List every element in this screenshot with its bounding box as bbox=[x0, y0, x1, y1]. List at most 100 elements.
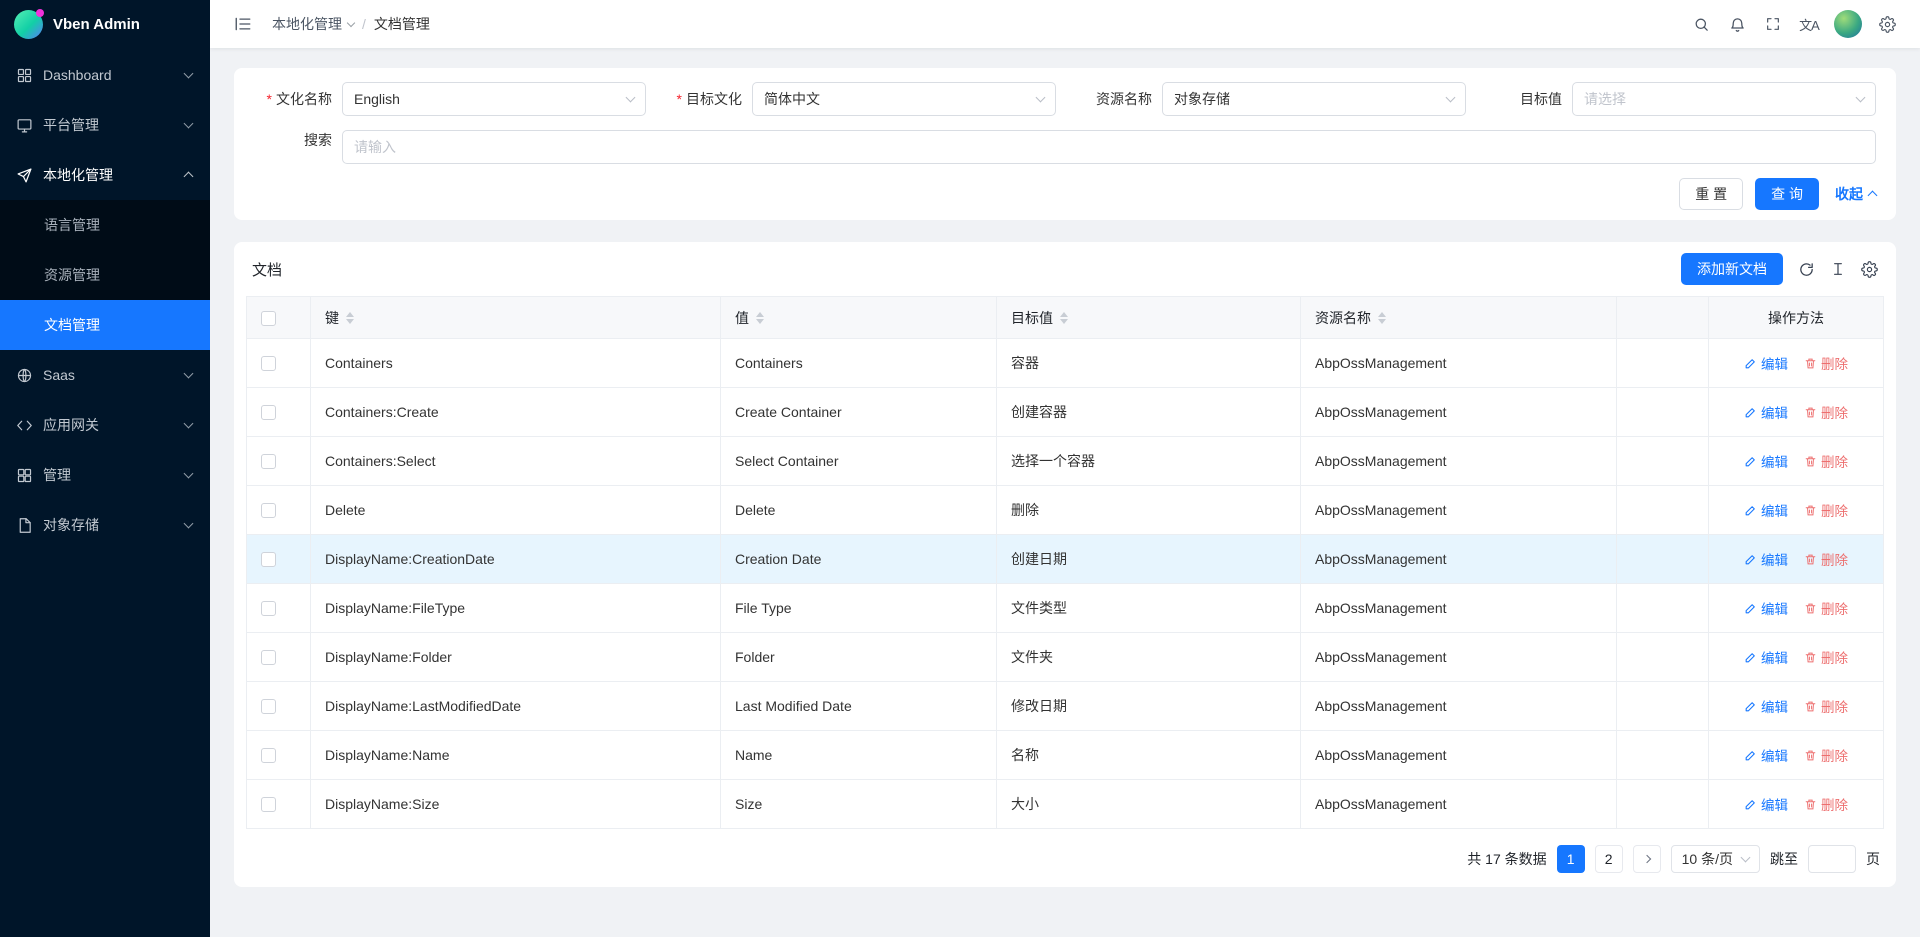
chevron-up-icon bbox=[184, 172, 194, 182]
column-header-resource-name[interactable]: 资源名称 bbox=[1301, 297, 1617, 339]
breadcrumb-item-parent[interactable]: 本地化管理 bbox=[272, 14, 354, 34]
cell-target-value: 删除 bbox=[997, 486, 1301, 535]
sidebar-item-manage[interactable]: 管理 bbox=[0, 450, 210, 500]
target-value-select[interactable]: 请选择 bbox=[1572, 82, 1876, 116]
fullscreen-icon[interactable] bbox=[1756, 7, 1790, 41]
delete-button[interactable]: 删除 bbox=[1804, 353, 1848, 373]
delete-button[interactable]: 删除 bbox=[1804, 745, 1848, 765]
sidebar-item-label: 语言管理 bbox=[44, 215, 192, 235]
gateway-icon bbox=[16, 417, 33, 434]
page-button-1[interactable]: 1 bbox=[1557, 845, 1585, 873]
row-checkbox[interactable] bbox=[261, 454, 276, 469]
refresh-icon[interactable] bbox=[1798, 261, 1815, 278]
sort-icon[interactable] bbox=[346, 312, 354, 324]
query-button[interactable]: 查 询 bbox=[1755, 178, 1819, 210]
chevron-down-icon bbox=[184, 119, 194, 129]
row-checkbox[interactable] bbox=[261, 405, 276, 420]
table-row: DisplayName:FileTypeFile Type文件类型AbpOssM… bbox=[247, 584, 1884, 633]
cell-value: Select Container bbox=[721, 437, 997, 486]
sidebar-item-document[interactable]: 文档管理 bbox=[0, 300, 210, 350]
sidebar-item-gateway[interactable]: 应用网关 bbox=[0, 400, 210, 450]
cell-empty bbox=[1617, 584, 1709, 633]
sidebar-item-platform[interactable]: 平台管理 bbox=[0, 100, 210, 150]
column-header-target-value[interactable]: 目标值 bbox=[997, 297, 1301, 339]
cell-value: Create Container bbox=[721, 388, 997, 437]
sort-icon[interactable] bbox=[1378, 312, 1386, 324]
target-culture-select[interactable]: 简体中文 bbox=[752, 82, 1056, 116]
delete-button[interactable]: 删除 bbox=[1804, 696, 1848, 716]
cell-resource-name: AbpOssManagement bbox=[1301, 339, 1617, 388]
column-header-key[interactable]: 键 bbox=[311, 297, 721, 339]
select-all-checkbox[interactable] bbox=[261, 311, 276, 326]
edit-button[interactable]: 编辑 bbox=[1744, 696, 1788, 716]
delete-button[interactable]: 删除 bbox=[1804, 598, 1848, 618]
settings-gear-icon[interactable] bbox=[1870, 7, 1904, 41]
delete-button[interactable]: 删除 bbox=[1804, 794, 1848, 814]
delete-button[interactable]: 删除 bbox=[1804, 647, 1848, 667]
table-row: DisplayName:LastModifiedDateLast Modifie… bbox=[247, 682, 1884, 731]
sidebar-item-label: 资源管理 bbox=[44, 265, 192, 285]
search-icon[interactable] bbox=[1684, 7, 1718, 41]
edit-button[interactable]: 编辑 bbox=[1744, 598, 1788, 618]
row-checkbox[interactable] bbox=[261, 356, 276, 371]
page-size-select[interactable]: 10 条/页 bbox=[1671, 845, 1760, 873]
edit-button[interactable]: 编辑 bbox=[1744, 745, 1788, 765]
cell-resource-name: AbpOssManagement bbox=[1301, 437, 1617, 486]
translate-icon[interactable]: 文A bbox=[1792, 7, 1826, 41]
next-page-button[interactable] bbox=[1633, 845, 1661, 873]
cell-empty bbox=[1617, 388, 1709, 437]
cell-value: Last Modified Date bbox=[721, 682, 997, 731]
edit-button[interactable]: 编辑 bbox=[1744, 647, 1788, 667]
reset-button[interactable]: 重 置 bbox=[1679, 178, 1743, 210]
resource-name-select[interactable]: 对象存储 bbox=[1162, 82, 1466, 116]
collapse-filter-link[interactable]: 收起 bbox=[1835, 184, 1876, 204]
chevron-up-icon bbox=[1868, 191, 1878, 201]
edit-button[interactable]: 编辑 bbox=[1744, 794, 1788, 814]
cell-empty bbox=[1617, 780, 1709, 829]
add-document-button[interactable]: 添加新文档 bbox=[1681, 253, 1783, 285]
sidebar-item-dashboard[interactable]: Dashboard bbox=[0, 50, 210, 100]
sort-icon[interactable] bbox=[756, 312, 764, 324]
bell-icon[interactable] bbox=[1720, 7, 1754, 41]
delete-button[interactable]: 删除 bbox=[1804, 451, 1848, 471]
filter-field-culture-name: 文化名称English bbox=[254, 82, 646, 116]
page-button-2[interactable]: 2 bbox=[1595, 845, 1623, 873]
sidebar-item-label: 文档管理 bbox=[44, 315, 192, 335]
sidebar-item-localization[interactable]: 本地化管理 bbox=[0, 150, 210, 200]
column-header-value[interactable]: 值 bbox=[721, 297, 997, 339]
edit-button[interactable]: 编辑 bbox=[1744, 353, 1788, 373]
logo-icon bbox=[14, 10, 43, 39]
edit-button[interactable]: 编辑 bbox=[1744, 549, 1788, 569]
collapse-sidebar-icon[interactable] bbox=[226, 7, 260, 41]
table-row: DisplayName:FolderFolder文件夹AbpOssManagem… bbox=[247, 633, 1884, 682]
edit-button[interactable]: 编辑 bbox=[1744, 500, 1788, 520]
edit-button[interactable]: 编辑 bbox=[1744, 451, 1788, 471]
cell-key: Containers:Select bbox=[311, 437, 721, 486]
delete-button[interactable]: 删除 bbox=[1804, 402, 1848, 422]
sort-icon[interactable] bbox=[1060, 312, 1068, 324]
row-checkbox[interactable] bbox=[261, 699, 276, 714]
row-checkbox[interactable] bbox=[261, 748, 276, 763]
search-input[interactable] bbox=[342, 130, 1876, 164]
row-checkbox[interactable] bbox=[261, 797, 276, 812]
cell-key: Delete bbox=[311, 486, 721, 535]
sidebar-item-saas[interactable]: Saas bbox=[0, 350, 210, 400]
sidebar-item-storage[interactable]: 对象存储 bbox=[0, 500, 210, 550]
row-checkbox[interactable] bbox=[261, 650, 276, 665]
culture-name-select[interactable]: English bbox=[342, 82, 646, 116]
column-settings-gear-icon[interactable] bbox=[1861, 261, 1878, 278]
row-height-icon[interactable] bbox=[1830, 261, 1846, 277]
delete-button[interactable]: 删除 bbox=[1804, 500, 1848, 520]
sidebar-item-resource[interactable]: 资源管理 bbox=[0, 250, 210, 300]
sidebar-item-language[interactable]: 语言管理 bbox=[0, 200, 210, 250]
row-checkbox[interactable] bbox=[261, 601, 276, 616]
logo[interactable]: Vben Admin bbox=[0, 0, 210, 48]
jump-page-input[interactable] bbox=[1808, 845, 1856, 873]
delete-button[interactable]: 删除 bbox=[1804, 549, 1848, 569]
row-checkbox[interactable] bbox=[261, 552, 276, 567]
row-checkbox[interactable] bbox=[261, 503, 276, 518]
cell-empty bbox=[1617, 731, 1709, 780]
avatar[interactable] bbox=[1834, 10, 1862, 38]
cell-key: DisplayName:Name bbox=[311, 731, 721, 780]
edit-button[interactable]: 编辑 bbox=[1744, 402, 1788, 422]
